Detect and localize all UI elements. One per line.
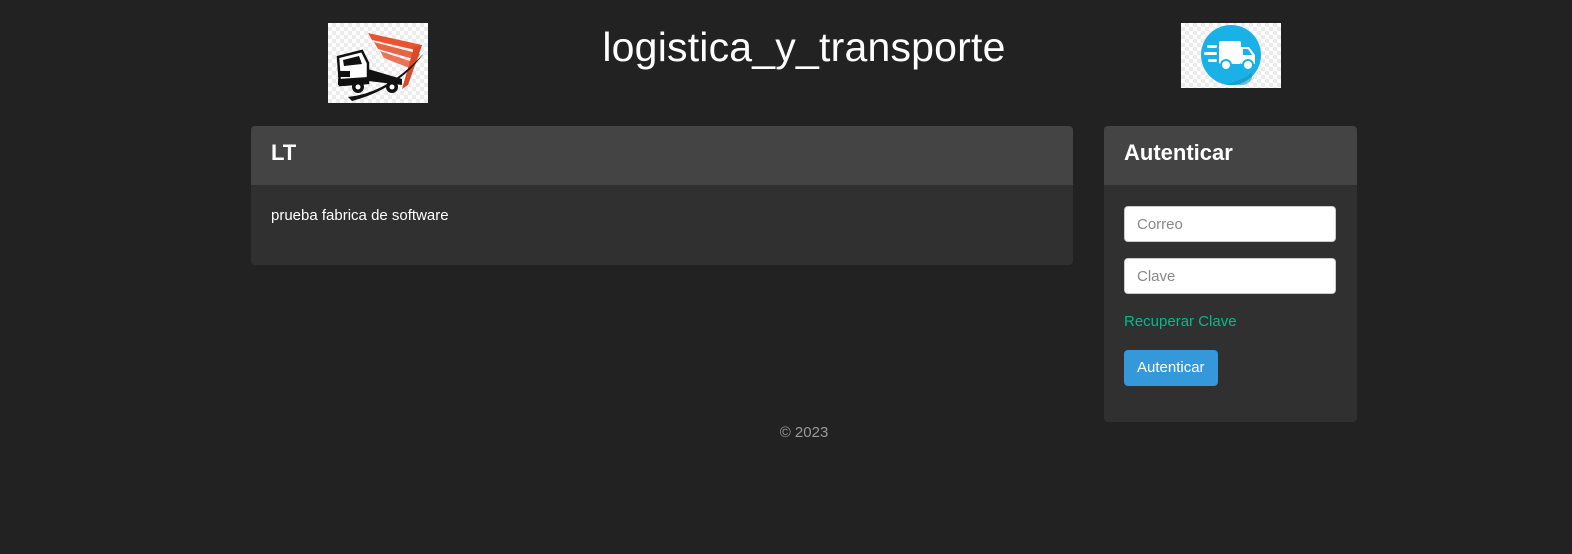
delivery-van-graphic — [1201, 25, 1261, 85]
auth-form: Recuperar Clave Autenticar — [1104, 185, 1357, 386]
main-panel-heading: LT — [251, 126, 1073, 185]
login-button[interactable]: Autenticar — [1124, 350, 1218, 386]
password-field[interactable] — [1124, 258, 1336, 294]
page: logistica_y_transporte LT prueba fabrica… — [0, 0, 1572, 554]
email-field[interactable] — [1124, 206, 1336, 242]
site-title: logistica_y_transporte — [602, 24, 1006, 70]
main-panel-body: prueba fabrica de software — [271, 207, 449, 224]
main-panel: LT prueba fabrica de software — [251, 126, 1073, 265]
footer-copyright: © 2023 — [779, 424, 829, 441]
recover-password-link[interactable]: Recuperar Clave — [1124, 313, 1237, 331]
auth-panel-heading: Autenticar — [1104, 126, 1357, 185]
auth-panel: Autenticar Recuperar Clave Autenticar — [1104, 126, 1357, 422]
delivery-van-icon — [1181, 23, 1281, 88]
